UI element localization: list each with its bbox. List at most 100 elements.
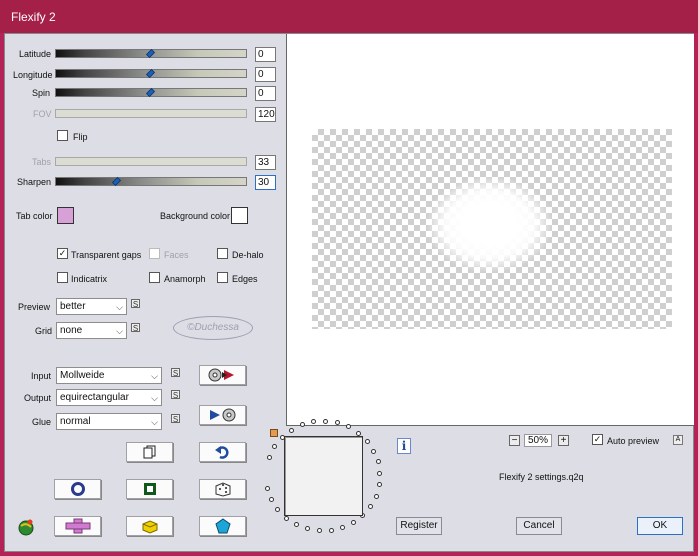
preset-dot[interactable]	[283, 515, 289, 521]
chevron-down-icon: ⌵	[116, 326, 123, 336]
grid-value: none	[60, 325, 83, 336]
preset-dot[interactable]	[265, 486, 271, 492]
preset-dot[interactable]	[375, 459, 381, 465]
preset-dot[interactable]	[293, 522, 299, 528]
sharpen-thumb[interactable]	[112, 177, 121, 186]
spin-thumb[interactable]	[146, 88, 155, 97]
edges-checkbox[interactable]	[217, 272, 228, 283]
output-select[interactable]: equirectangular ⌵	[56, 389, 162, 406]
output-sync-icon[interactable]: S	[171, 390, 180, 400]
chevron-down-icon: ⌵	[151, 417, 158, 427]
navigator-thumbnail[interactable]	[284, 436, 363, 516]
background-color-swatch[interactable]	[231, 207, 248, 224]
grid-select[interactable]: none ⌵	[56, 322, 127, 339]
flip-label: Flip	[73, 132, 88, 142]
frame-shape-button[interactable]	[126, 479, 173, 499]
glue-sync-icon[interactable]: S	[171, 414, 180, 424]
copy-button[interactable]	[126, 442, 173, 462]
input-select[interactable]: Mollweide ⌵	[56, 367, 162, 384]
preset-dot[interactable]	[316, 528, 322, 534]
de-halo-checkbox[interactable]	[217, 248, 228, 259]
input-sync-icon[interactable]: S	[171, 368, 180, 378]
tab-color-swatch[interactable]	[57, 207, 74, 224]
import-preset-button[interactable]	[199, 365, 246, 385]
sharpen-slider[interactable]	[55, 177, 247, 186]
ring-start-marker[interactable]	[270, 429, 278, 437]
preset-dot[interactable]	[266, 454, 272, 460]
preset-dot[interactable]	[340, 525, 346, 531]
sharpen-value[interactable]: 30	[255, 175, 276, 190]
preset-dot[interactable]	[371, 448, 377, 454]
preset-dot[interactable]	[346, 424, 352, 430]
cross-shape-button[interactable]	[54, 516, 101, 536]
output-label: Output	[24, 393, 52, 403]
fov-value[interactable]: 120	[255, 107, 276, 122]
ok-button[interactable]: OK	[637, 517, 683, 535]
preset-dot[interactable]	[351, 519, 357, 525]
pentagon-shape-button[interactable]	[199, 516, 246, 536]
anamorph-checkbox[interactable]	[149, 272, 160, 283]
preset-dot[interactable]	[368, 503, 374, 509]
preset-dot[interactable]	[373, 493, 379, 499]
spin-slider[interactable]	[55, 88, 247, 97]
preset-dot[interactable]	[377, 470, 383, 476]
faces-label: Faces	[164, 250, 189, 260]
flip-checkbox[interactable]	[57, 130, 68, 141]
preset-dot[interactable]	[304, 526, 310, 532]
faces-checkbox[interactable]	[149, 248, 160, 259]
longitude-slider[interactable]	[55, 69, 247, 78]
preset-dot[interactable]	[275, 507, 281, 513]
zoom-in-button[interactable]: +	[558, 435, 569, 446]
preview-canvas[interactable]	[286, 34, 694, 426]
latitude-thumb[interactable]	[146, 49, 155, 58]
zoom-level[interactable]: 50%	[524, 434, 552, 447]
grid-sync-icon[interactable]: S	[131, 323, 140, 333]
preset-dot[interactable]	[323, 418, 329, 424]
zoom-out-button[interactable]: −	[509, 435, 520, 446]
tabs-slider[interactable]	[55, 157, 247, 166]
fov-slider[interactable]	[55, 109, 247, 118]
auto-preview-checkbox[interactable]: ✓	[592, 434, 603, 445]
tabs-value[interactable]: 33	[255, 155, 276, 170]
window-frame: Flexify 2 Latitude 0 Longitude 0 Spin 0 …	[0, 0, 698, 556]
auto-preview-label: Auto preview	[607, 436, 660, 446]
preset-dot[interactable]	[288, 427, 294, 433]
preset-dot[interactable]	[299, 422, 305, 428]
ring-shape-button[interactable]	[54, 479, 101, 499]
preset-dot[interactable]	[269, 497, 275, 503]
preview-glow	[427, 177, 552, 272]
preset-dot[interactable]	[356, 430, 362, 436]
preset-dot[interactable]	[364, 438, 370, 444]
indicatrix-checkbox[interactable]	[57, 272, 68, 283]
preset-dot[interactable]	[328, 527, 334, 533]
help-icon[interactable]: A	[673, 435, 683, 445]
glue-value: normal	[60, 416, 91, 427]
random-button[interactable]	[199, 479, 246, 499]
info-button[interactable]: i	[397, 438, 411, 454]
preset-dot[interactable]	[272, 444, 278, 450]
block-shape-button[interactable]	[126, 516, 173, 536]
spin-value[interactable]: 0	[255, 86, 276, 101]
latitude-slider[interactable]	[55, 49, 247, 58]
preview-quality-label: Preview	[18, 302, 51, 312]
undo-button[interactable]	[199, 442, 246, 462]
longitude-label: Longitude	[13, 70, 53, 80]
preview-quality-value: better	[60, 301, 86, 312]
input-value: Mollweide	[60, 370, 105, 381]
register-button[interactable]: Register	[396, 517, 442, 535]
glue-select[interactable]: normal ⌵	[56, 413, 162, 430]
de-halo-label: De-halo	[232, 250, 264, 260]
title-bar[interactable]: Flexify 2	[0, 0, 698, 33]
transparent-gaps-checkbox[interactable]: ✓	[57, 248, 68, 259]
preview-quality-select[interactable]: better ⌵	[56, 298, 127, 315]
latitude-value[interactable]: 0	[255, 47, 276, 62]
preset-dot[interactable]	[376, 482, 382, 488]
preview-sync-icon[interactable]: S	[131, 299, 140, 309]
export-preset-button[interactable]	[199, 405, 246, 425]
input-label: Input	[31, 371, 52, 381]
cancel-button[interactable]: Cancel	[516, 517, 562, 535]
globe-icon[interactable]	[17, 518, 35, 536]
longitude-value[interactable]: 0	[255, 67, 276, 82]
copy-pages-icon	[143, 445, 155, 459]
longitude-thumb[interactable]	[146, 69, 155, 78]
